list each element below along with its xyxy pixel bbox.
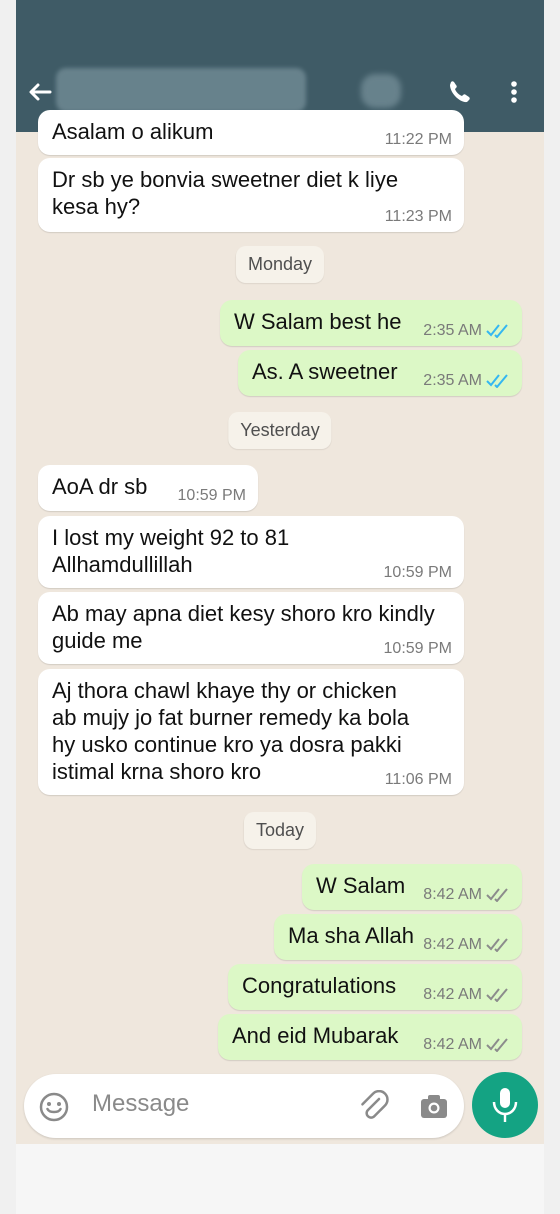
message-time: 10:59 PM xyxy=(383,564,452,581)
composer-bar: Message xyxy=(16,1072,544,1144)
message-time: 2:35 AM xyxy=(423,372,482,389)
message-time: 8:42 AM xyxy=(423,936,482,953)
video-call-icon-blurred[interactable] xyxy=(361,74,401,108)
message-meta: 11:22 PM xyxy=(385,131,452,149)
emoji-icon[interactable] xyxy=(38,1091,70,1128)
attach-icon[interactable] xyxy=(357,1089,389,1127)
message-time: 11:22 PM xyxy=(384,131,452,148)
message-bubble-outgoing[interactable]: Ma sha Allah 8:42 AM xyxy=(274,914,522,960)
system-navigation-area xyxy=(16,1144,544,1214)
message-meta: 8:42 AM xyxy=(423,936,510,954)
more-vert-icon[interactable] xyxy=(500,78,528,106)
message-meta: 11:23 PM xyxy=(385,208,452,226)
message-bubble-incoming[interactable]: Asalam o alikum 11:22 PM xyxy=(38,110,464,155)
message-bubble-outgoing[interactable]: Congratulations 8:42 AM xyxy=(228,964,522,1010)
chat-screen: Asalam o alikum 11:22 PM Dr sb ye bonvia… xyxy=(16,0,544,1214)
message-meta: 2:35 AM xyxy=(423,322,510,340)
message-placeholder: Message xyxy=(92,1090,190,1117)
phone-icon[interactable] xyxy=(444,78,472,106)
message-bubble-outgoing[interactable]: And eid Mubarak 8:42 AM xyxy=(218,1014,522,1060)
read-receipt-icon xyxy=(486,324,508,338)
date-separator: Yesterday xyxy=(228,412,332,449)
message-time: 10:59 PM xyxy=(177,487,246,504)
message-meta: 8:42 AM xyxy=(423,1036,510,1054)
message-bubble-incoming[interactable]: AoA dr sb 10:59 PM xyxy=(38,465,258,511)
mic-button[interactable] xyxy=(472,1072,538,1138)
message-input[interactable]: Message xyxy=(24,1074,464,1138)
date-separator: Monday xyxy=(235,246,325,283)
message-meta: 8:42 AM xyxy=(423,886,510,904)
message-text: Aj thora chawl khaye thy or chicken ab m… xyxy=(52,678,410,784)
message-meta: 8:42 AM xyxy=(423,986,510,1004)
back-arrow-icon[interactable] xyxy=(26,78,54,106)
message-bubble-outgoing[interactable]: W Salam 8:42 AM xyxy=(302,864,522,910)
message-meta: 10:59 PM xyxy=(178,487,246,505)
delivered-receipt-icon xyxy=(486,888,508,902)
message-meta: 2:35 AM xyxy=(423,372,510,390)
message-time: 8:42 AM xyxy=(423,986,482,1003)
message-time: 11:23 PM xyxy=(384,208,452,225)
message-bubble-outgoing[interactable]: As. A sweetner 2:35 AM xyxy=(238,350,522,396)
message-time: 2:35 AM xyxy=(423,322,482,339)
message-bubble-incoming[interactable]: Ab may apna diet kesy shoro kro kindly g… xyxy=(38,592,464,664)
message-bubble-incoming[interactable]: Dr sb ye bonvia sweetner diet k liye kes… xyxy=(38,158,464,232)
message-bubble-incoming[interactable]: I lost my weight 92 to 81 Allhamdullilla… xyxy=(38,516,464,588)
date-separator: Today xyxy=(243,812,317,849)
message-list[interactable]: Asalam o alikum 11:22 PM Dr sb ye bonvia… xyxy=(16,110,544,1072)
contact-info-blurred[interactable] xyxy=(56,68,306,112)
message-bubble-incoming[interactable]: Aj thora chawl khaye thy or chicken ab m… xyxy=(38,669,464,795)
message-meta: 10:59 PM xyxy=(384,564,452,582)
delivered-receipt-icon xyxy=(486,988,508,1002)
message-time: 8:42 AM xyxy=(423,1036,482,1053)
camera-icon[interactable] xyxy=(418,1090,450,1127)
message-time: 11:06 PM xyxy=(384,771,452,788)
read-receipt-icon xyxy=(486,374,508,388)
message-bubble-outgoing[interactable]: W Salam best he 2:35 AM xyxy=(220,300,522,346)
delivered-receipt-icon xyxy=(486,938,508,952)
message-time: 10:59 PM xyxy=(383,640,452,657)
delivered-receipt-icon xyxy=(486,1038,508,1052)
message-meta: 10:59 PM xyxy=(384,640,452,658)
mic-icon xyxy=(492,1088,518,1122)
message-time: 8:42 AM xyxy=(423,886,482,903)
message-meta: 11:06 PM xyxy=(385,771,452,789)
